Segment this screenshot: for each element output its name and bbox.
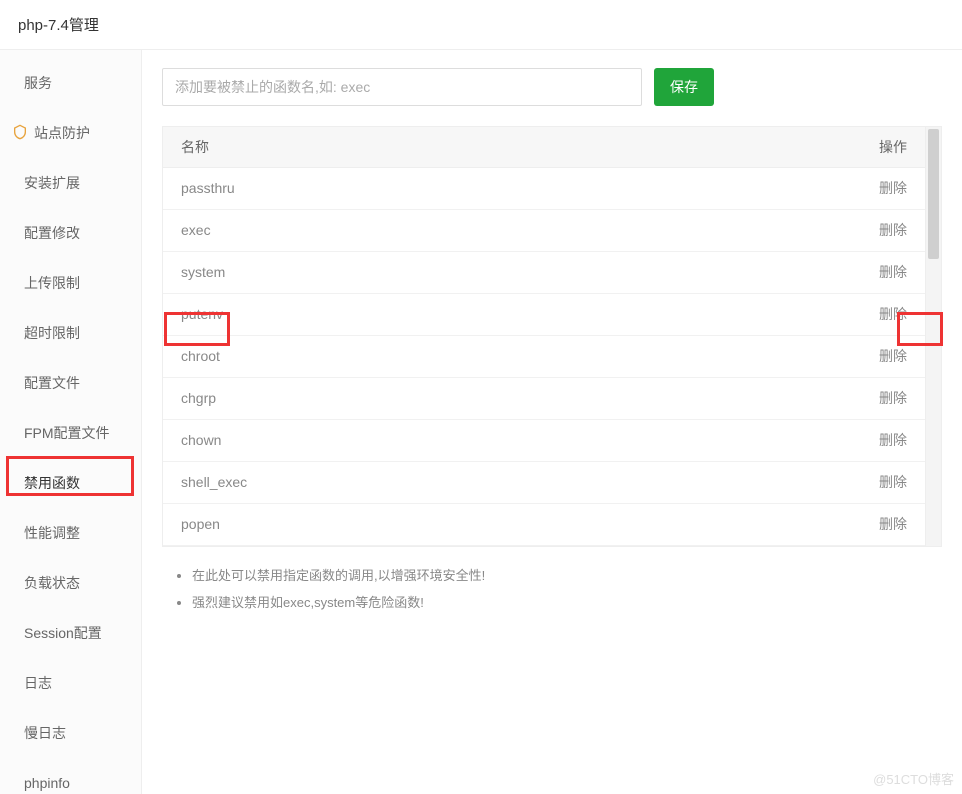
sidebar: 服务站点防护安装扩展配置修改上传限制超时限制配置文件 FPM配置文件禁用函数性能调… [0,50,142,794]
sidebar-item-1[interactable]: 站点防护 [0,108,141,158]
delete-button[interactable]: 删除 [879,180,907,196]
function-name: exec [163,209,631,251]
delete-button[interactable]: 删除 [879,222,907,238]
function-name: shell_exec [163,461,631,503]
sidebar-item-label: phpinfo [24,775,70,791]
sidebar-item-12[interactable]: 日志 [0,658,141,708]
row-op-cell: 删除 [631,293,925,335]
delete-button[interactable]: 删除 [879,306,907,322]
sidebar-item-8[interactable]: 禁用函数 [0,458,141,508]
function-name: popen [163,503,631,545]
save-button[interactable]: 保存 [654,68,714,106]
sidebar-item-label: 站点防护 [34,123,90,143]
hint-item: 强烈建议禁用如exec,system等危险函数! [192,592,932,611]
delete-button[interactable]: 删除 [879,516,907,532]
delete-button[interactable]: 删除 [879,474,907,490]
hints-list: 在此处可以禁用指定函数的调用,以增强环境安全性! 强烈建议禁用如exec,syst… [172,565,932,619]
row-op-cell: 删除 [631,419,925,461]
sidebar-item-3[interactable]: 配置修改 [0,208,141,258]
delete-button[interactable]: 删除 [879,348,907,364]
row-op-cell: 删除 [631,209,925,251]
title-text: php-7.4管理 [18,14,99,35]
sidebar-item-11[interactable]: Session配置 [0,608,141,658]
table-row: exec 删除 [163,209,925,251]
row-op-cell: 删除 [631,167,925,209]
table-row: chgrp 删除 [163,377,925,419]
sidebar-item-2[interactable]: 安装扩展 [0,158,141,208]
function-name: chroot [163,335,631,377]
sidebar-item-0[interactable]: 服务 [0,58,141,108]
row-op-cell: 删除 [631,377,925,419]
sidebar-item-label: 服务 [24,73,52,93]
table-row: putenv 删除 [163,293,925,335]
table-row: chroot 删除 [163,335,925,377]
sidebar-item-4[interactable]: 上传限制 [0,258,141,308]
sidebar-item-label: 日志 [24,673,52,693]
sidebar-item-label: Session配置 [24,623,102,643]
table-row: popen 删除 [163,503,925,545]
table-scroll: 名称 操作 passthru删除exec删除system删除putenv删除ch… [163,127,925,546]
table-row: passthru 删除 [163,167,925,209]
main-container: 服务站点防护安装扩展配置修改上传限制超时限制配置文件 FPM配置文件禁用函数性能调… [0,50,962,794]
function-name: chgrp [163,377,631,419]
delete-button[interactable]: 删除 [879,390,907,406]
function-name-input[interactable] [162,68,642,106]
sidebar-item-label: 慢日志 [24,723,66,743]
row-op-cell: 删除 [631,335,925,377]
sidebar-item-label: FPM配置文件 [24,423,110,443]
sidebar-item-label: 超时限制 [24,323,80,343]
watermark: @51CTO博客 [873,769,954,788]
sidebar-item-13[interactable]: 慢日志 [0,708,141,758]
sidebar-item-6[interactable]: 配置文件 [0,358,141,408]
table-row: shell_exec 删除 [163,461,925,503]
functions-table-wrap: 名称 操作 passthru删除exec删除system删除putenv删除ch… [162,126,942,547]
sidebar-item-label: 配置修改 [24,223,80,243]
col-name: 名称 [163,127,631,167]
sidebar-item-label: 负载状态 [24,573,80,593]
row-op-cell: 删除 [631,461,925,503]
window-title: php-7.4管理 [0,0,962,50]
content-area: 保存 名称 操作 passthru 删除 exec 删除 system 删除 putenv 删… [142,50,962,794]
row-op-cell: 删除 [631,503,925,545]
row-op-cell: 删除 [631,251,925,293]
sidebar-item-label: 禁用函数 [24,473,80,493]
col-op: 操作 [631,127,925,167]
table-row: system 删除 [163,251,925,293]
scrollbar-thumb[interactable] [928,129,939,259]
sidebar-item-5[interactable]: 超时限制 [0,308,141,358]
function-name: putenv [163,293,631,335]
delete-button[interactable]: 删除 [879,432,907,448]
sidebar-item-label: 性能调整 [24,523,80,543]
function-name: system [163,251,631,293]
scrollbar[interactable] [925,127,941,546]
function-name: passthru [163,167,631,209]
table-row: chown 删除 [163,419,925,461]
sidebar-item-label: 配置文件 [24,373,80,393]
shield-icon [12,124,34,143]
add-function-row: 保存 [142,68,962,106]
function-name: chown [163,419,631,461]
sidebar-item-7[interactable]: FPM配置文件 [0,408,141,458]
sidebar-item-label: 安装扩展 [24,173,80,193]
delete-button[interactable]: 删除 [879,264,907,280]
sidebar-item-14[interactable]: phpinfo [0,758,141,794]
functions-table: 名称 操作 passthru删除exec删除system删除putenv删除ch… [163,127,925,546]
sidebar-item-9[interactable]: 性能调整 [0,508,141,558]
sidebar-item-10[interactable]: 负载状态 [0,558,141,608]
hint-item: 在此处可以禁用指定函数的调用,以增强环境安全性! [192,565,932,584]
sidebar-item-label: 上传限制 [24,273,80,293]
